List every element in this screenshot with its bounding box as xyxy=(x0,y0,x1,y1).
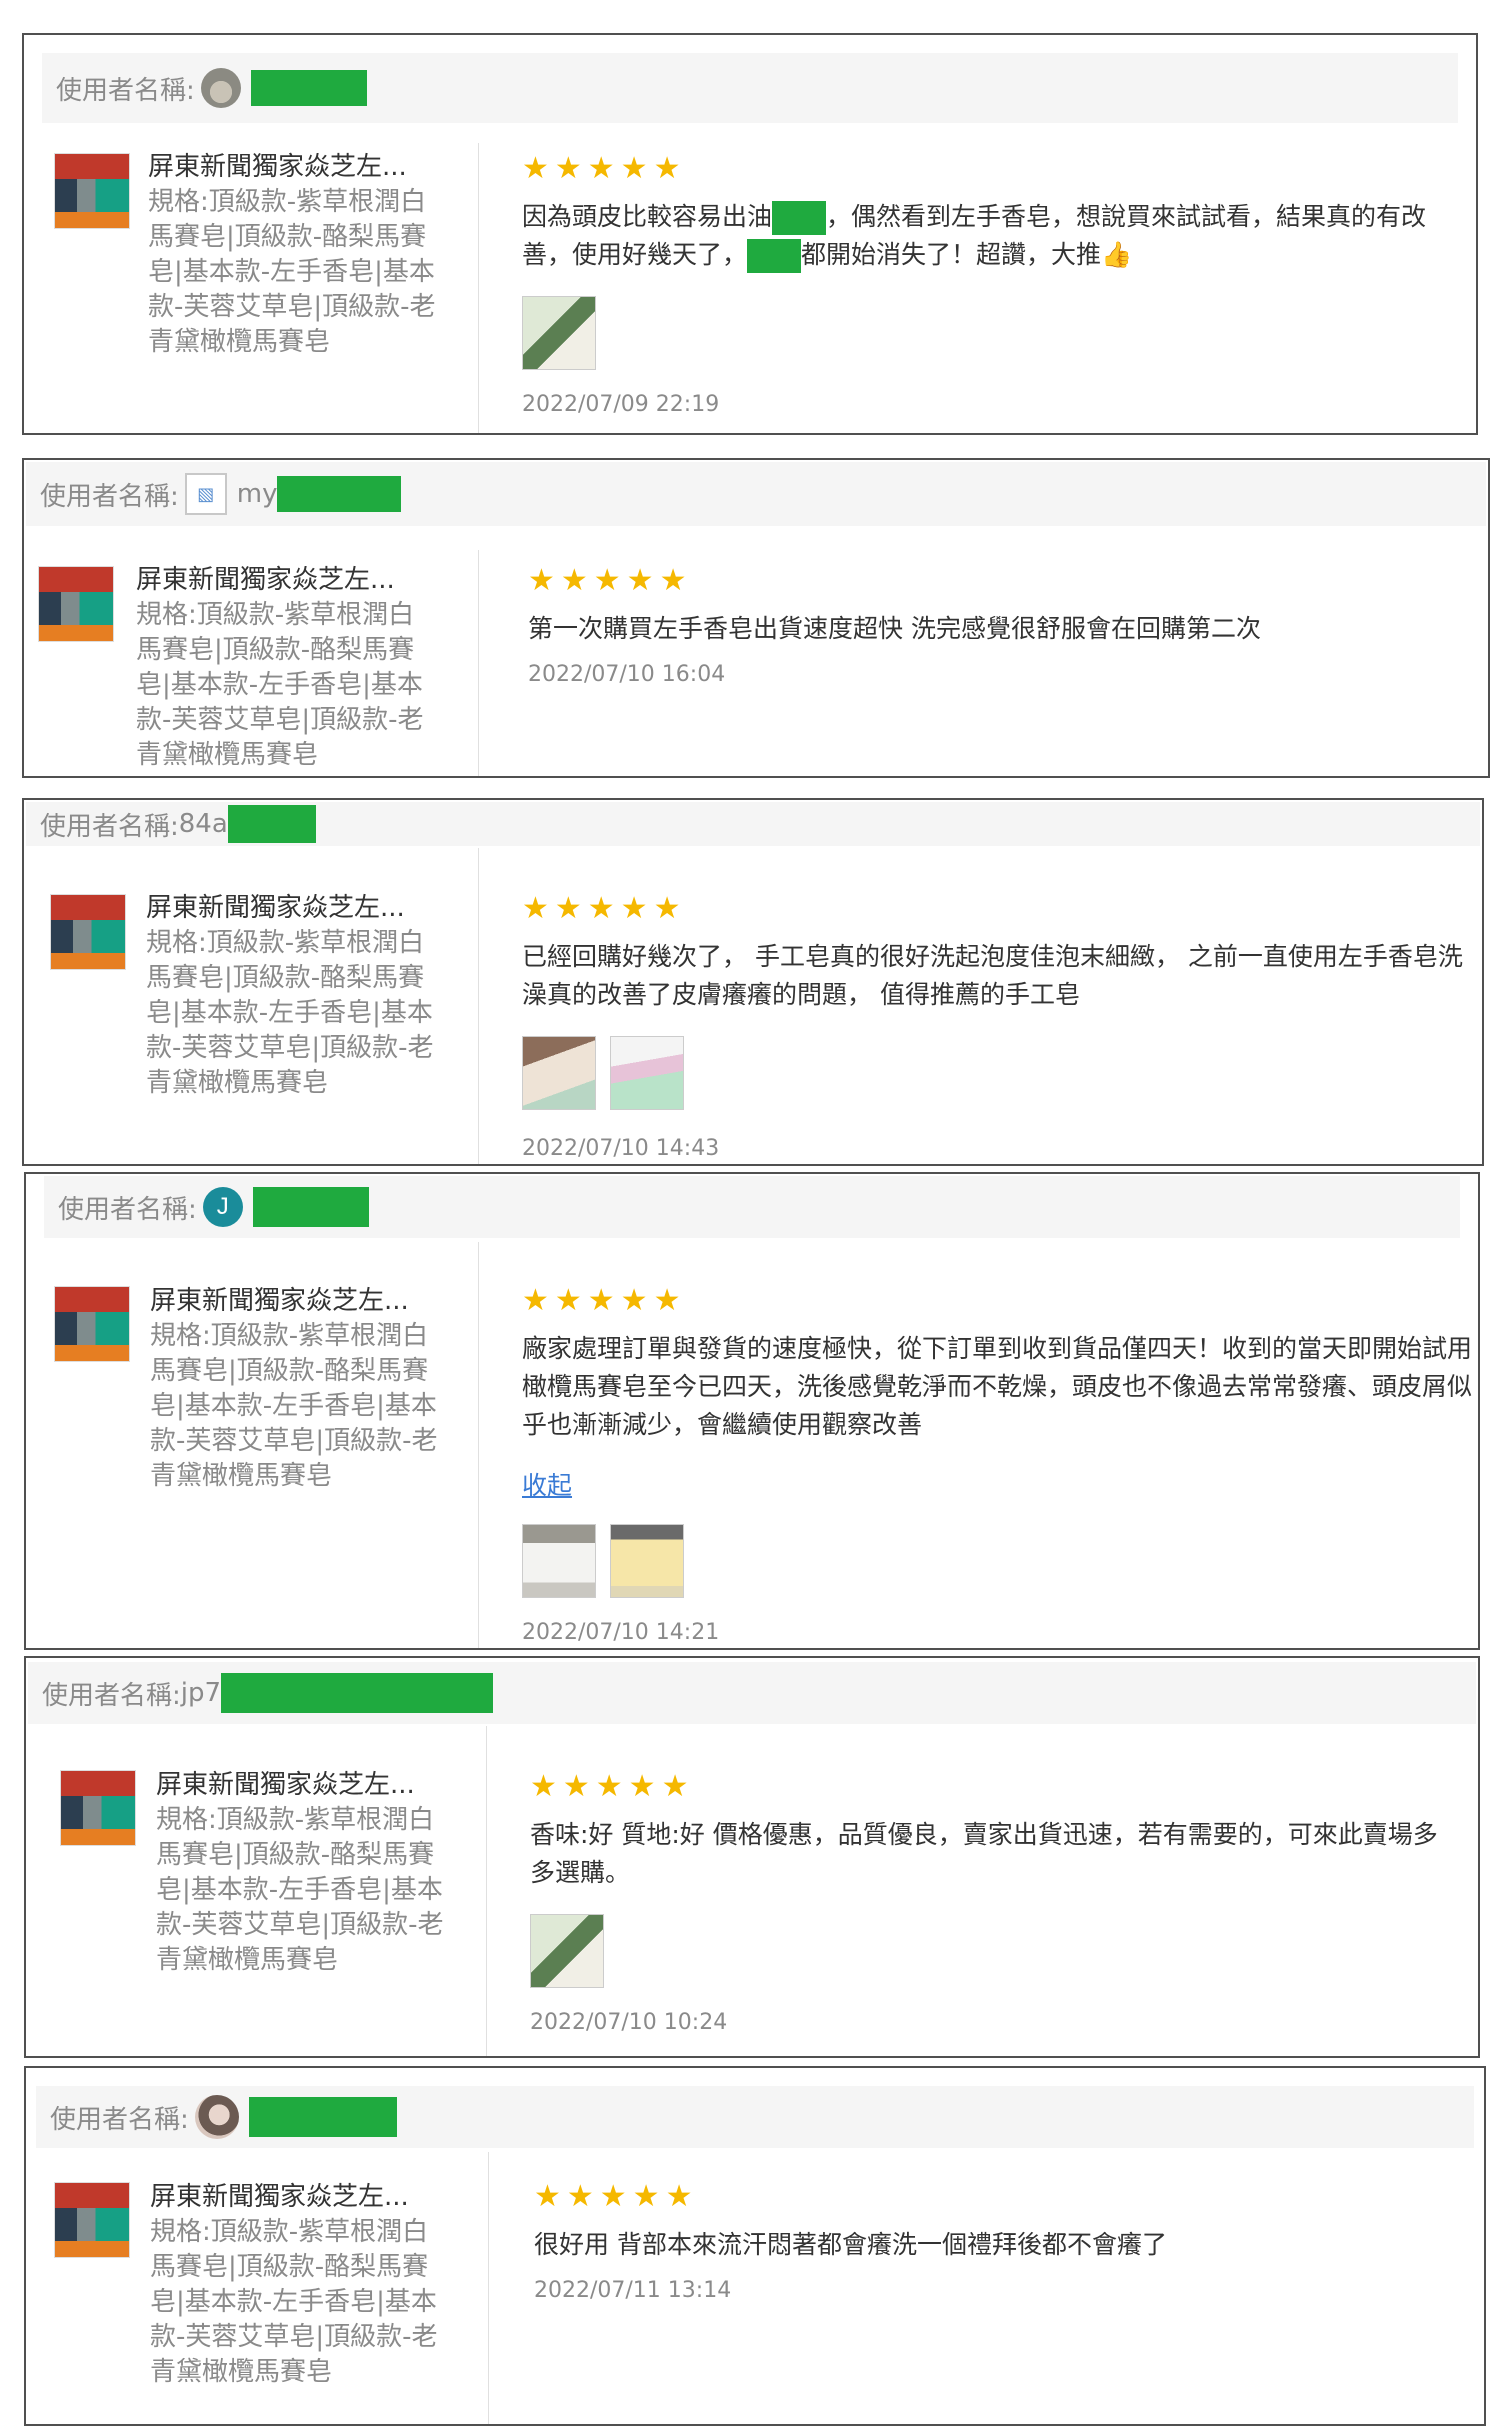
review-header: 使用者名稱: 84a xyxy=(26,802,1480,846)
review-card: 使用者名稱: ▧ my 屏東新聞獨家焱芝左... 規格:頂級款-紫草根潤白馬賽皂… xyxy=(22,458,1490,778)
review-body: ★★★★★ 香味:好 質地:好 價格優惠，品質優良，賣家出貨迅速，若有需要的，可… xyxy=(530,1770,1460,2035)
review-body: ★★★★★ 廠家處理訂單與發貨的速度極快，從下訂單到收到貨品僅四天！收到的當天即… xyxy=(522,1284,1472,1645)
product-name[interactable]: 屏東新聞獨家焱芝左... xyxy=(150,1284,440,1319)
product-name[interactable]: 屏東新聞獨家焱芝左... xyxy=(146,891,436,926)
review-photo[interactable] xyxy=(610,1524,684,1598)
collapse-link[interactable]: 收起 xyxy=(522,1466,572,1502)
star-rating: ★★★★★ xyxy=(522,1283,687,1318)
thumbs-up-icon: 👍 xyxy=(1101,240,1133,269)
username-label: 使用者名稱: xyxy=(56,75,195,106)
review-photo[interactable] xyxy=(522,296,596,370)
review-body: ★★★★★ 已經回購好幾次了， 手工皂真的很好洗起泡度佳泡末細緻， 之前一直使用… xyxy=(522,892,1472,1161)
review-card: 使用者名稱: jp7 屏東新聞獨家焱芝左... 規格:頂級款-紫草根潤白馬賽皂|… xyxy=(24,1656,1480,2058)
redaction-block xyxy=(250,70,367,106)
product-info: 屏東新聞獨家焱芝左... 規格:頂級款-紫草根潤白馬賽皂|頂級款-酪梨馬賽皂|基… xyxy=(150,1284,440,1494)
review-date: 2022/07/11 13:14 xyxy=(534,2278,732,2303)
review-header: 使用者名稱: J xyxy=(44,1176,1460,1238)
review-date: 2022/07/10 14:21 xyxy=(522,1620,720,1645)
product-name[interactable]: 屏東新聞獨家焱芝左... xyxy=(150,2180,440,2215)
review-card: 使用者名稱: J 屏東新聞獨家焱芝左... 規格:頂級款-紫草根潤白馬賽皂|頂級… xyxy=(24,1172,1480,1650)
redaction-block xyxy=(248,2097,397,2137)
username-label: 使用者名稱: xyxy=(40,811,179,842)
product-spec: 規格:頂級款-紫草根潤白馬賽皂|頂級款-酪梨馬賽皂|基本款-左手香皂|基本款-芙… xyxy=(146,928,434,1098)
redaction-block xyxy=(772,201,827,235)
star-rating: ★★★★★ xyxy=(522,891,687,926)
review-text: 已經回購好幾次了， 手工皂真的很好洗起泡度佳泡末細緻， 之前一直使用左手香皂洗澡… xyxy=(522,942,1463,1009)
redaction-block xyxy=(227,805,316,843)
star-rating: ★★★★★ xyxy=(522,151,687,186)
review-photo[interactable] xyxy=(530,1914,604,1988)
star-rating: ★★★★★ xyxy=(528,563,693,598)
review-body: ★★★★★ 第一次購買左手香皂出貨速度超快 洗完感覺很舒服會在回購第二次 202… xyxy=(528,563,1468,688)
review-photos xyxy=(522,1524,1472,1598)
username-label: 使用者名稱: xyxy=(42,1680,181,1711)
product-name[interactable]: 屏東新聞獨家焱芝左... xyxy=(148,150,438,185)
column-divider xyxy=(478,143,479,433)
product-info: 屏東新聞獨家焱芝左... 規格:頂級款-紫草根潤白馬賽皂|頂級款-酪梨馬賽皂|基… xyxy=(148,150,438,360)
review-card: 使用者名稱: 屏東新聞獨家焱芝左... 規格:頂級款-紫草根潤白馬賽皂|頂級款-… xyxy=(24,2066,1486,2426)
column-divider xyxy=(486,1726,487,2056)
review-photos xyxy=(522,1036,1472,1110)
username-prefix: jp7 xyxy=(180,1678,222,1708)
review-header: 使用者名稱: xyxy=(36,2086,1474,2148)
redaction-block xyxy=(277,476,402,512)
product-spec: 規格:頂級款-紫草根潤白馬賽皂|頂級款-酪梨馬賽皂|基本款-左手香皂|基本款-芙… xyxy=(136,600,424,770)
redaction-block xyxy=(221,1673,494,1713)
username-prefix: 84a xyxy=(178,809,228,839)
review-card: 使用者名稱: 屏東新聞獨家焱芝左... 規格:頂級款-紫草根潤白馬賽皂|頂級款-… xyxy=(22,33,1478,435)
username-label: 使用者名稱: xyxy=(50,2104,189,2135)
review-text: 第一次購買左手香皂出貨速度超快 洗完感覺很舒服會在回購第二次 xyxy=(528,614,1261,643)
review-card: 使用者名稱: 84a 屏東新聞獨家焱芝左... 規格:頂級款-紫草根潤白馬賽皂|… xyxy=(22,798,1484,1166)
product-thumbnail[interactable] xyxy=(50,894,126,970)
product-info: 屏東新聞獨家焱芝左... 規格:頂級款-紫草根潤白馬賽皂|頂級款-酪梨馬賽皂|基… xyxy=(156,1768,446,1978)
product-spec: 規格:頂級款-紫草根潤白馬賽皂|頂級款-酪梨馬賽皂|基本款-左手香皂|基本款-芙… xyxy=(148,187,436,357)
review-date: 2022/07/10 10:24 xyxy=(530,2010,728,2035)
column-divider xyxy=(478,848,479,1164)
product-thumbnail[interactable] xyxy=(54,153,130,229)
product-thumbnail[interactable] xyxy=(54,2182,130,2258)
star-rating: ★★★★★ xyxy=(530,1769,695,1804)
username-label: 使用者名稱: xyxy=(58,1194,197,1225)
user-avatar xyxy=(200,68,241,108)
review-text: 香味:好 質地:好 價格優惠，品質優良，賣家出貨迅速，若有需要的，可來此賣場多多… xyxy=(530,1820,1438,1887)
review-date: 2022/07/09 22:19 xyxy=(522,392,720,417)
username-label: 使用者名稱: xyxy=(40,481,179,512)
product-name[interactable]: 屏東新聞獨家焱芝左... xyxy=(156,1768,446,1803)
redaction-block xyxy=(252,1187,369,1227)
column-divider xyxy=(478,1242,479,1648)
user-avatar xyxy=(194,2095,239,2139)
broken-image-icon: ▧ xyxy=(184,473,227,515)
review-photo[interactable] xyxy=(610,1036,684,1110)
review-text: 很好用 背部本來流汗悶著都會癢洗一個禮拜後都不會癢了 xyxy=(534,2230,1167,2259)
product-spec: 規格:頂級款-紫草根潤白馬賽皂|頂級款-酪梨馬賽皂|基本款-左手香皂|基本款-芙… xyxy=(150,1321,438,1491)
product-info: 屏東新聞獨家焱芝左... 規格:頂級款-紫草根潤白馬賽皂|頂級款-酪梨馬賽皂|基… xyxy=(150,2180,440,2390)
product-spec: 規格:頂級款-紫草根潤白馬賽皂|頂級款-酪梨馬賽皂|基本款-左手香皂|基本款-芙… xyxy=(156,1805,444,1975)
review-text: 廠家處理訂單與發貨的速度極快，從下訂單到收到貨品僅四天！收到的當天即開始試用橄欖… xyxy=(522,1334,1473,1439)
review-photos xyxy=(530,1914,1460,1988)
review-header: 使用者名稱: xyxy=(42,53,1458,123)
product-thumbnail[interactable] xyxy=(54,1286,130,1362)
review-text: 因為頭皮比較容易出油 ，偶然看到左手香皂，想說買來試試看，結果真的有改善，使用好幾… xyxy=(522,198,1462,274)
review-photo[interactable] xyxy=(522,1524,596,1598)
review-body: ★★★★★ 因為頭皮比較容易出油 ，偶然看到左手香皂，想說買來試試看，結果真的有改… xyxy=(522,152,1462,417)
review-date: 2022/07/10 16:04 xyxy=(528,662,726,687)
review-header: 使用者名稱: ▧ my xyxy=(26,462,1486,526)
review-header: 使用者名稱: jp7 xyxy=(28,1662,1476,1724)
review-photo[interactable] xyxy=(522,1036,596,1110)
product-info: 屏東新聞獨家焱芝左... 規格:頂級款-紫草根潤白馬賽皂|頂級款-酪梨馬賽皂|基… xyxy=(136,563,426,773)
user-avatar: J xyxy=(202,1187,243,1227)
product-thumbnail[interactable] xyxy=(60,1770,136,1846)
product-name[interactable]: 屏東新聞獨家焱芝左... xyxy=(136,563,426,598)
username-prefix: my xyxy=(236,479,278,509)
redaction-block xyxy=(747,239,802,273)
column-divider xyxy=(478,550,479,776)
review-body: ★★★★★ 很好用 背部本來流汗悶著都會癢洗一個禮拜後都不會癢了 2022/07… xyxy=(534,2179,1454,2304)
review-date: 2022/07/10 14:43 xyxy=(522,1136,720,1161)
product-info: 屏東新聞獨家焱芝左... 規格:頂級款-紫草根潤白馬賽皂|頂級款-酪梨馬賽皂|基… xyxy=(146,891,436,1101)
column-divider xyxy=(488,2152,489,2424)
star-rating: ★★★★★ xyxy=(534,2179,699,2214)
review-photos xyxy=(522,296,1462,370)
product-thumbnail[interactable] xyxy=(38,566,114,642)
product-spec: 規格:頂級款-紫草根潤白馬賽皂|頂級款-酪梨馬賽皂|基本款-左手香皂|基本款-芙… xyxy=(150,2217,438,2387)
